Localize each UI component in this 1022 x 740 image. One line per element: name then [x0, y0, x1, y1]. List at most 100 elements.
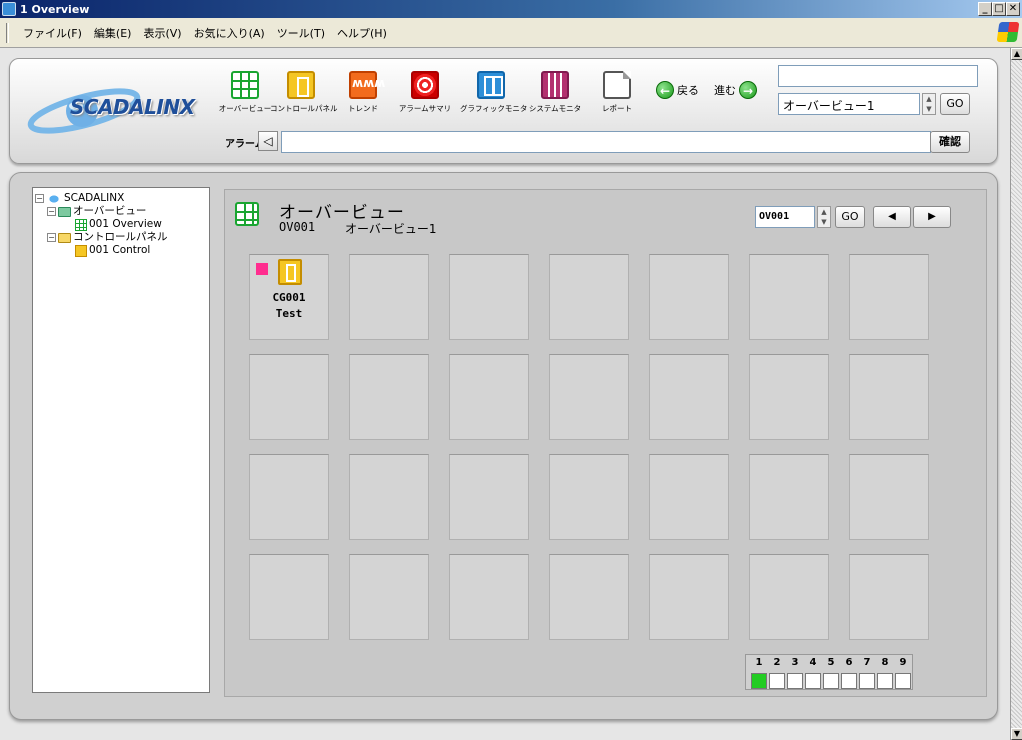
- collapse-icon[interactable]: −: [47, 207, 56, 216]
- tile-code: CG001: [272, 291, 306, 304]
- page-box[interactable]: [769, 673, 785, 689]
- tree-group-overview[interactable]: − オーバービュー: [35, 205, 207, 218]
- menu-tools[interactable]: ツール(T): [271, 25, 331, 41]
- menu-favorites[interactable]: お気に入り(A): [188, 25, 271, 41]
- vertical-scrollbar[interactable]: ▲ ▼: [1010, 48, 1022, 740]
- menu-help[interactable]: ヘルプ(H): [331, 25, 393, 41]
- overview-tile[interactable]: [849, 354, 929, 440]
- back-label: 戻る: [677, 84, 699, 97]
- trend-icon: [349, 71, 385, 99]
- address-field[interactable]: [778, 65, 978, 87]
- speaker-icon[interactable]: ◁: [258, 131, 278, 151]
- tree-group-control[interactable]: − コントロールパネル: [35, 231, 207, 244]
- menu-bar: ファイル(F) 編集(E) 表示(V) お気に入り(A) ツール(T) ヘルプ(…: [0, 18, 1022, 48]
- menu-file[interactable]: ファイル(F): [17, 25, 88, 41]
- logo-text: SCADALINX: [70, 95, 195, 119]
- overview-tile[interactable]: [749, 454, 829, 540]
- page-box[interactable]: [877, 673, 893, 689]
- body-panel: − SCADALINX − オーバービュー 001 Overview − コント…: [9, 172, 998, 720]
- alarm-summary-label: アラームサマリ: [398, 104, 452, 113]
- collapse-icon[interactable]: −: [47, 233, 56, 242]
- folder-icon: [58, 206, 71, 217]
- next-page-button[interactable]: ▶: [913, 206, 951, 228]
- overview-tile[interactable]: [649, 354, 729, 440]
- overview-tile[interactable]: [849, 254, 929, 340]
- code-spinner[interactable]: ▲ ▼: [817, 206, 831, 228]
- alarm-summary-icon: [411, 71, 439, 99]
- overview-tile[interactable]: [549, 554, 629, 640]
- minimize-button[interactable]: _: [978, 2, 992, 16]
- tree-item-control[interactable]: 001 Control: [35, 244, 207, 257]
- page-indicator: 123456789: [745, 654, 913, 690]
- page-box[interactable]: [841, 673, 857, 689]
- confirm-button[interactable]: 確認: [930, 131, 970, 153]
- overview-tile[interactable]: [649, 554, 729, 640]
- scroll-up-icon[interactable]: ▲: [1011, 48, 1022, 60]
- page-name: オーバービュー1: [345, 222, 437, 236]
- overview-tile[interactable]: [849, 554, 929, 640]
- page-select[interactable]: オーバービュー1: [778, 93, 920, 115]
- page-box[interactable]: [823, 673, 839, 689]
- overview-tile[interactable]: [349, 554, 429, 640]
- overview-tile[interactable]: CG001 Test: [249, 254, 329, 340]
- page-box[interactable]: [859, 673, 875, 689]
- overview-tile[interactable]: [449, 554, 529, 640]
- page-spinner[interactable]: ▲ ▼: [922, 93, 936, 115]
- page-box[interactable]: [751, 673, 767, 689]
- header-panel: SCADALINX オーバービュー コントロールパネル トレンド アラームサマリ…: [9, 58, 998, 164]
- menu-grip: [6, 22, 9, 43]
- tree-root[interactable]: − SCADALINX: [35, 192, 207, 205]
- overview-tile[interactable]: [649, 254, 729, 340]
- overview-tile[interactable]: [349, 354, 429, 440]
- menu-edit[interactable]: 編集(E): [88, 25, 138, 41]
- overview-tile[interactable]: [749, 254, 829, 340]
- page-box[interactable]: [805, 673, 821, 689]
- trend-button[interactable]: トレンド: [332, 69, 394, 124]
- page-number: 4: [809, 657, 817, 668]
- report-button[interactable]: レポート: [586, 69, 648, 124]
- page-number: 3: [791, 657, 799, 668]
- overview-tile[interactable]: [749, 554, 829, 640]
- tree-item-overview[interactable]: 001 Overview: [35, 218, 207, 231]
- overview-tile[interactable]: [849, 454, 929, 540]
- page-number: 2: [773, 657, 781, 668]
- content-go-button[interactable]: GO: [835, 206, 865, 228]
- page-box[interactable]: [787, 673, 803, 689]
- overview-tile[interactable]: [249, 554, 329, 640]
- overview-tile[interactable]: [249, 454, 329, 540]
- collapse-icon[interactable]: −: [35, 194, 44, 203]
- forward-button[interactable]: 進む →: [714, 81, 757, 99]
- prev-page-button[interactable]: ◀: [873, 206, 911, 228]
- page-box[interactable]: [895, 673, 911, 689]
- back-arrow-icon: ←: [656, 81, 674, 99]
- overview-tile[interactable]: [449, 354, 529, 440]
- alarm-summary-button[interactable]: アラームサマリ: [394, 69, 456, 124]
- overview-tile[interactable]: [649, 454, 729, 540]
- overview-tile[interactable]: [449, 454, 529, 540]
- maximize-button[interactable]: □: [992, 2, 1006, 16]
- menu-view[interactable]: 表示(V): [137, 25, 187, 41]
- system-monitor-button[interactable]: システムモニタ: [524, 69, 586, 124]
- overview-tile[interactable]: [249, 354, 329, 440]
- overview-tile[interactable]: [749, 354, 829, 440]
- page-code-input[interactable]: OV001: [755, 206, 815, 228]
- back-button[interactable]: ← 戻る: [656, 81, 699, 99]
- scroll-down-icon[interactable]: ▼: [1011, 728, 1022, 740]
- graphic-monitor-button[interactable]: グラフィックモニタ: [460, 69, 527, 124]
- go-button[interactable]: GO: [940, 93, 970, 115]
- overview-button[interactable]: オーバービュー: [214, 69, 276, 124]
- overview-tile[interactable]: [549, 354, 629, 440]
- folder-icon: [58, 232, 71, 243]
- overview-tile[interactable]: [449, 254, 529, 340]
- overview-tile[interactable]: [349, 454, 429, 540]
- alarm-field: [281, 131, 931, 153]
- overview-tile[interactable]: [349, 254, 429, 340]
- system-monitor-label: システムモニタ: [528, 104, 582, 113]
- overview-tile[interactable]: [549, 254, 629, 340]
- page-number: 6: [845, 657, 853, 668]
- control-panel-button[interactable]: コントロールパネル: [270, 69, 338, 124]
- overview-tile[interactable]: [549, 454, 629, 540]
- close-button[interactable]: ✕: [1006, 2, 1020, 16]
- overview-grid-icon: [235, 202, 259, 226]
- control-panel-icon: [287, 71, 315, 99]
